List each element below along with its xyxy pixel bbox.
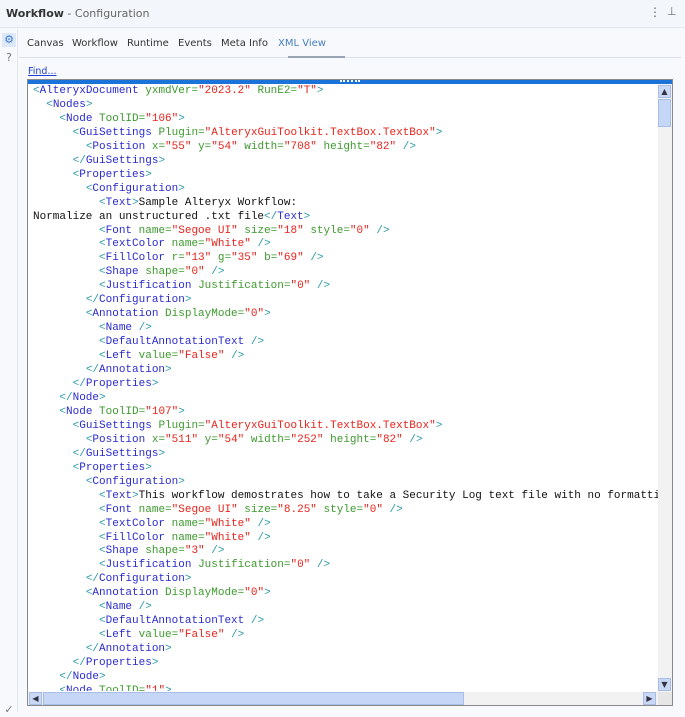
vertical-scrollbar[interactable]: ▲ ▼ xyxy=(658,84,672,692)
xml-line: <Justification Justification="0" /> xyxy=(99,559,331,572)
xml-line: <Node ToolID="107"> xyxy=(59,405,185,418)
xml-line: </Node> xyxy=(59,671,106,684)
xml-line: <Properties> xyxy=(72,168,152,181)
xml-line: <Shape shape="0" /> xyxy=(99,266,225,279)
xml-line: <FillColor r="13" g="35" b="69" /> xyxy=(99,252,324,265)
tab-canvas[interactable]: Canvas xyxy=(27,38,64,49)
xml-line: </Annotation> xyxy=(85,643,172,656)
xml-line: </Properties> xyxy=(72,657,159,670)
scroll-corner xyxy=(658,692,672,705)
xml-line: <Left value="False" /> xyxy=(99,350,245,363)
title-bar: Workflow - Configuration ⋮ ⊥ xyxy=(0,0,685,28)
find-link[interactable]: Find... xyxy=(28,66,57,77)
xml-line: <Annotation DisplayMode="0"> xyxy=(85,587,271,600)
horizontal-scrollbar[interactable]: ◀ ▶ xyxy=(28,692,658,705)
tab-events[interactable]: Events xyxy=(178,38,212,49)
xml-line: </GuiSettings> xyxy=(72,154,166,167)
xml-line: </Properties> xyxy=(72,378,159,391)
pin-icon[interactable]: ⊥ xyxy=(667,5,677,18)
xml-line: <Font name="Segoe UI" size="8.25" style=… xyxy=(99,503,403,516)
xml-line: <Name /> xyxy=(99,601,152,614)
xml-line: <Nodes> xyxy=(46,98,93,111)
xml-code[interactable]: <AlteryxDocument yxmdVer="2023.2" RunE2=… xyxy=(33,85,658,691)
title-sub: - Configuration xyxy=(67,7,150,20)
xml-line: <DefaultAnnotationText /> xyxy=(99,615,265,628)
xml-line: <Name /> xyxy=(99,322,152,335)
xml-line: <Shape shape="3" /> xyxy=(99,545,225,558)
xml-line: <GuiSettings Plugin="AlteryxGuiToolkit.T… xyxy=(72,419,443,432)
xml-line: <Properties> xyxy=(72,461,152,474)
gear-icon[interactable]: ⚙ xyxy=(2,33,16,47)
tab-runtime[interactable]: Runtime xyxy=(127,38,169,49)
xml-line: <FillColor name="White" /> xyxy=(99,531,271,544)
active-tab-indicator xyxy=(288,56,345,58)
xml-line: <Text>This workflow demostrates how to t… xyxy=(99,489,658,502)
xml-line: <Position x="55" y="54" width="708" heig… xyxy=(85,140,416,153)
xml-line: <Configuration> xyxy=(85,182,185,195)
sidebar: ⚙ ? ✓ xyxy=(0,29,18,716)
xml-line: <Node ToolID="1"> xyxy=(59,684,172,691)
xml-line: <DefaultAnnotationText /> xyxy=(99,336,265,349)
tab-xml-view[interactable]: XML View xyxy=(278,38,326,49)
xml-line: </Configuration> xyxy=(85,573,192,586)
tab-workflow[interactable]: Workflow xyxy=(72,38,118,49)
xml-line: <Text>Sample Alteryx Workflow: xyxy=(99,196,298,209)
more-vertical-icon[interactable]: ⋮ xyxy=(649,5,661,19)
scroll-down-icon[interactable]: ▼ xyxy=(658,678,671,691)
xml-line: <Font name="Segoe UI" size="18" style="0… xyxy=(99,224,390,237)
help-icon[interactable]: ? xyxy=(2,51,16,65)
xml-line: <AlteryxDocument yxmdVer="2023.2" RunE2=… xyxy=(33,85,324,97)
xml-line: <Configuration> xyxy=(85,475,185,488)
scroll-up-icon[interactable]: ▲ xyxy=(658,85,671,98)
vertical-scroll-thumb[interactable] xyxy=(658,99,671,127)
tab-meta-info[interactable]: Meta Info xyxy=(221,38,268,49)
xml-line: <GuiSettings Plugin="AlteryxGuiToolkit.T… xyxy=(72,126,443,139)
resize-grip[interactable] xyxy=(340,80,360,82)
horizontal-scroll-thumb[interactable] xyxy=(43,692,464,705)
xml-line: <Justification Justification="0" /> xyxy=(99,280,331,293)
xml-line: </Node> xyxy=(59,391,106,404)
xml-line: </Annotation> xyxy=(85,364,172,377)
scroll-right-icon[interactable]: ▶ xyxy=(643,692,656,705)
tab-bar: Canvas Workflow Runtime Events Meta Info… xyxy=(19,29,681,58)
xml-line: <Position x="511" y="54" width="252" hei… xyxy=(85,433,423,446)
editor-top-bar xyxy=(28,80,672,84)
xml-line: <Left value="False" /> xyxy=(99,629,245,642)
xml-editor[interactable]: <AlteryxDocument yxmdVer="2023.2" RunE2=… xyxy=(27,79,673,706)
scroll-left-icon[interactable]: ◀ xyxy=(29,692,42,705)
xml-line: </GuiSettings> xyxy=(72,447,166,460)
xml-line: <Node ToolID="106"> xyxy=(59,112,185,125)
xml-line: </Configuration> xyxy=(85,294,192,307)
xml-line: <Annotation DisplayMode="0"> xyxy=(85,308,271,321)
title-main: Workflow xyxy=(6,7,64,20)
xml-line: <TextColor name="White" /> xyxy=(99,238,271,251)
xml-line: Normalize an unstructured .txt file</Tex… xyxy=(33,210,311,223)
check-circle-icon[interactable]: ✓ xyxy=(2,703,16,717)
panel-title: Workflow - Configuration xyxy=(6,7,150,20)
xml-line: <TextColor name="White" /> xyxy=(99,517,271,530)
